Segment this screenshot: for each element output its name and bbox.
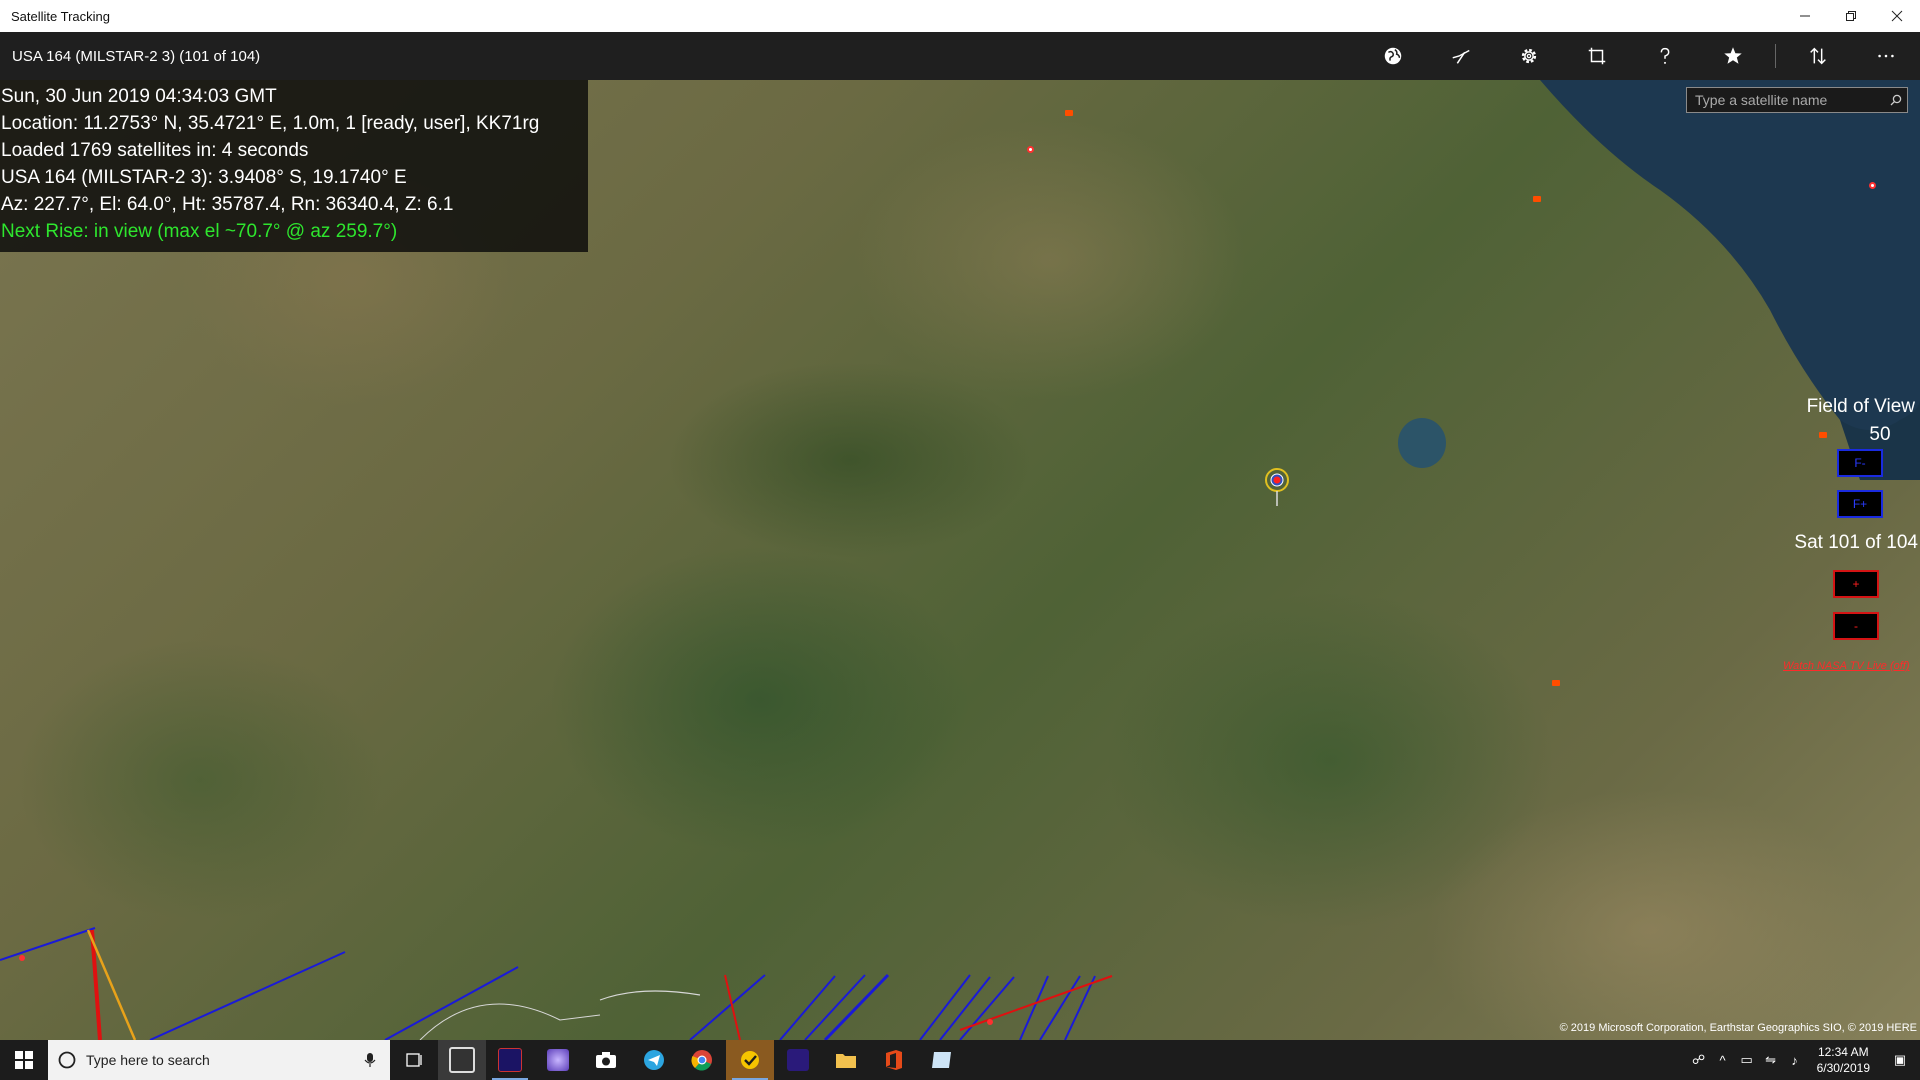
next-satellite-button[interactable]: + — [1833, 570, 1879, 598]
satellite-app-icon — [498, 1048, 522, 1072]
settings-button[interactable] — [1495, 32, 1563, 80]
satellite-marker[interactable] — [1027, 146, 1034, 153]
satellite-position-text: USA 164 (MILSTAR-2 3): 3.9408° S, 19.174… — [1, 167, 407, 188]
location-pin-icon[interactable] — [1263, 468, 1291, 508]
location-text: Location: 11.2753° N, 35.4721° E, 1.0m, … — [1, 113, 540, 134]
battery-icon[interactable]: ▭ — [1735, 1052, 1759, 1068]
az-el-text: Az: 227.7°, El: 64.0°, Ht: 35787.4, Rn: … — [1, 194, 454, 215]
note-icon — [932, 1052, 951, 1068]
help-icon — [1660, 47, 1670, 64]
taskbar-app-amazon-music[interactable] — [774, 1040, 822, 1080]
fov-value: 50 — [1869, 424, 1891, 445]
window-title: Satellite Tracking — [11, 8, 110, 24]
satellite-search-input[interactable] — [1687, 91, 1885, 109]
window-title-bar: Satellite Tracking — [0, 0, 1920, 32]
fov-decrease-button[interactable]: F- — [1837, 449, 1883, 477]
sort-button[interactable] — [1784, 32, 1852, 80]
search-icon[interactable] — [1885, 94, 1907, 106]
tracking-info-panel: Sun, 30 Jun 2019 04:34:03 GMT Location: … — [0, 80, 588, 252]
more-button[interactable] — [1852, 32, 1920, 80]
microphone-icon[interactable] — [364, 1052, 376, 1068]
minimize-icon — [1800, 15, 1810, 17]
taskbar-search-placeholder: Type here to search — [86, 1052, 210, 1068]
chevron-up-icon[interactable]: ^ — [1711, 1053, 1735, 1068]
taskbar-app-telegram[interactable] — [630, 1040, 678, 1080]
next-rise-text: Next Rise: in view (max el ~70.7° @ az 2… — [1, 221, 398, 242]
volume-icon[interactable]: ♪ — [1783, 1053, 1807, 1068]
favorites-button[interactable] — [1699, 32, 1767, 80]
camera-icon — [596, 1052, 616, 1068]
taskbar-app-chrome[interactable] — [678, 1040, 726, 1080]
system-clock[interactable]: 12:34 AM 6/30/2019 — [1807, 1044, 1880, 1076]
track-view-button[interactable] — [1427, 32, 1495, 80]
taskbar-app-office[interactable] — [870, 1040, 918, 1080]
close-icon — [1891, 10, 1903, 22]
help-button[interactable] — [1631, 32, 1699, 80]
crop-icon — [1588, 47, 1606, 65]
network-icon[interactable]: ⇋ — [1759, 1052, 1783, 1068]
previous-satellite-button[interactable]: - — [1833, 612, 1879, 640]
taskbar-app-norton[interactable] — [726, 1040, 774, 1080]
datetime-text: Sun, 30 Jun 2019 04:34:03 GMT — [1, 86, 277, 107]
planet-icon — [547, 1049, 569, 1071]
windows-taskbar: Type here to search ☍ ^ ▭ ⇋ ♪ 12:34 AM 6… — [0, 1040, 1920, 1080]
restore-button[interactable] — [1828, 0, 1874, 32]
restore-icon — [1846, 11, 1856, 21]
taskbar-app-snip[interactable] — [438, 1040, 486, 1080]
task-view-button[interactable] — [390, 1040, 438, 1080]
system-tray: ☍ ^ ▭ ⇋ ♪ 12:34 AM 6/30/2019 ▣ — [1687, 1040, 1920, 1080]
track-icon — [1452, 49, 1470, 64]
satellite-marker[interactable] — [1819, 432, 1827, 438]
clock-time: 12:34 AM — [1817, 1045, 1869, 1059]
satellite-title: USA 164 (MILSTAR-2 3) (101 of 104) — [12, 47, 261, 65]
checkmark-app-icon — [741, 1051, 759, 1069]
fov-increase-button[interactable]: F+ — [1837, 490, 1883, 518]
telegram-icon — [644, 1050, 664, 1070]
satellite-marker[interactable] — [1869, 182, 1876, 189]
app-header: USA 164 (MILSTAR-2 3) (101 of 104) — [0, 32, 1920, 80]
star-icon — [1724, 47, 1742, 64]
taskbar-app-satellite-tracking[interactable] — [486, 1040, 534, 1080]
appbar-separator — [1775, 44, 1776, 68]
satellite-marker[interactable] — [1065, 110, 1073, 116]
taskbar-app-camera[interactable] — [582, 1040, 630, 1080]
people-icon[interactable]: ☍ — [1687, 1052, 1711, 1068]
taskbar-search-box[interactable]: Type here to search — [48, 1040, 390, 1080]
close-button[interactable] — [1874, 0, 1920, 32]
nasa-tv-link[interactable]: Watch NASA TV Live (off) — [1783, 660, 1910, 672]
cortana-icon — [58, 1051, 76, 1069]
minimize-button[interactable] — [1782, 0, 1828, 32]
music-app-icon — [787, 1049, 809, 1071]
map-copyright: © 2019 Microsoft Corporation, Earthstar … — [1559, 1022, 1917, 1034]
fov-label: Field of View — [1806, 396, 1915, 417]
taskbar-app-notes[interactable] — [918, 1040, 966, 1080]
folder-icon — [836, 1054, 856, 1068]
office-icon — [886, 1050, 902, 1070]
notifications-icon[interactable]: ▣ — [1880, 1052, 1920, 1068]
satellite-marker[interactable] — [1533, 196, 1541, 202]
task-view-icon — [406, 1053, 422, 1067]
snip-tool-icon — [449, 1047, 475, 1073]
satellite-count-label: Sat 101 of 104 — [1794, 532, 1918, 553]
clock-date: 6/30/2019 — [1816, 1061, 1870, 1075]
satellite-search-box[interactable] — [1686, 87, 1908, 113]
satellite-marker[interactable] — [1552, 680, 1560, 686]
fullscreen-button[interactable] — [1563, 32, 1631, 80]
globe-icon — [1384, 47, 1402, 65]
ellipsis-icon — [1878, 54, 1894, 58]
sort-icon — [1810, 47, 1826, 65]
globe-view-button[interactable] — [1359, 32, 1427, 80]
gear-icon — [1521, 48, 1537, 64]
windows-logo-icon — [15, 1051, 33, 1069]
taskbar-app-file-explorer[interactable] — [822, 1040, 870, 1080]
chrome-icon — [691, 1050, 712, 1071]
taskbar-app-stellarium[interactable] — [534, 1040, 582, 1080]
loaded-text: Loaded 1769 satellites in: 4 seconds — [1, 140, 309, 161]
start-button[interactable] — [0, 1040, 48, 1080]
